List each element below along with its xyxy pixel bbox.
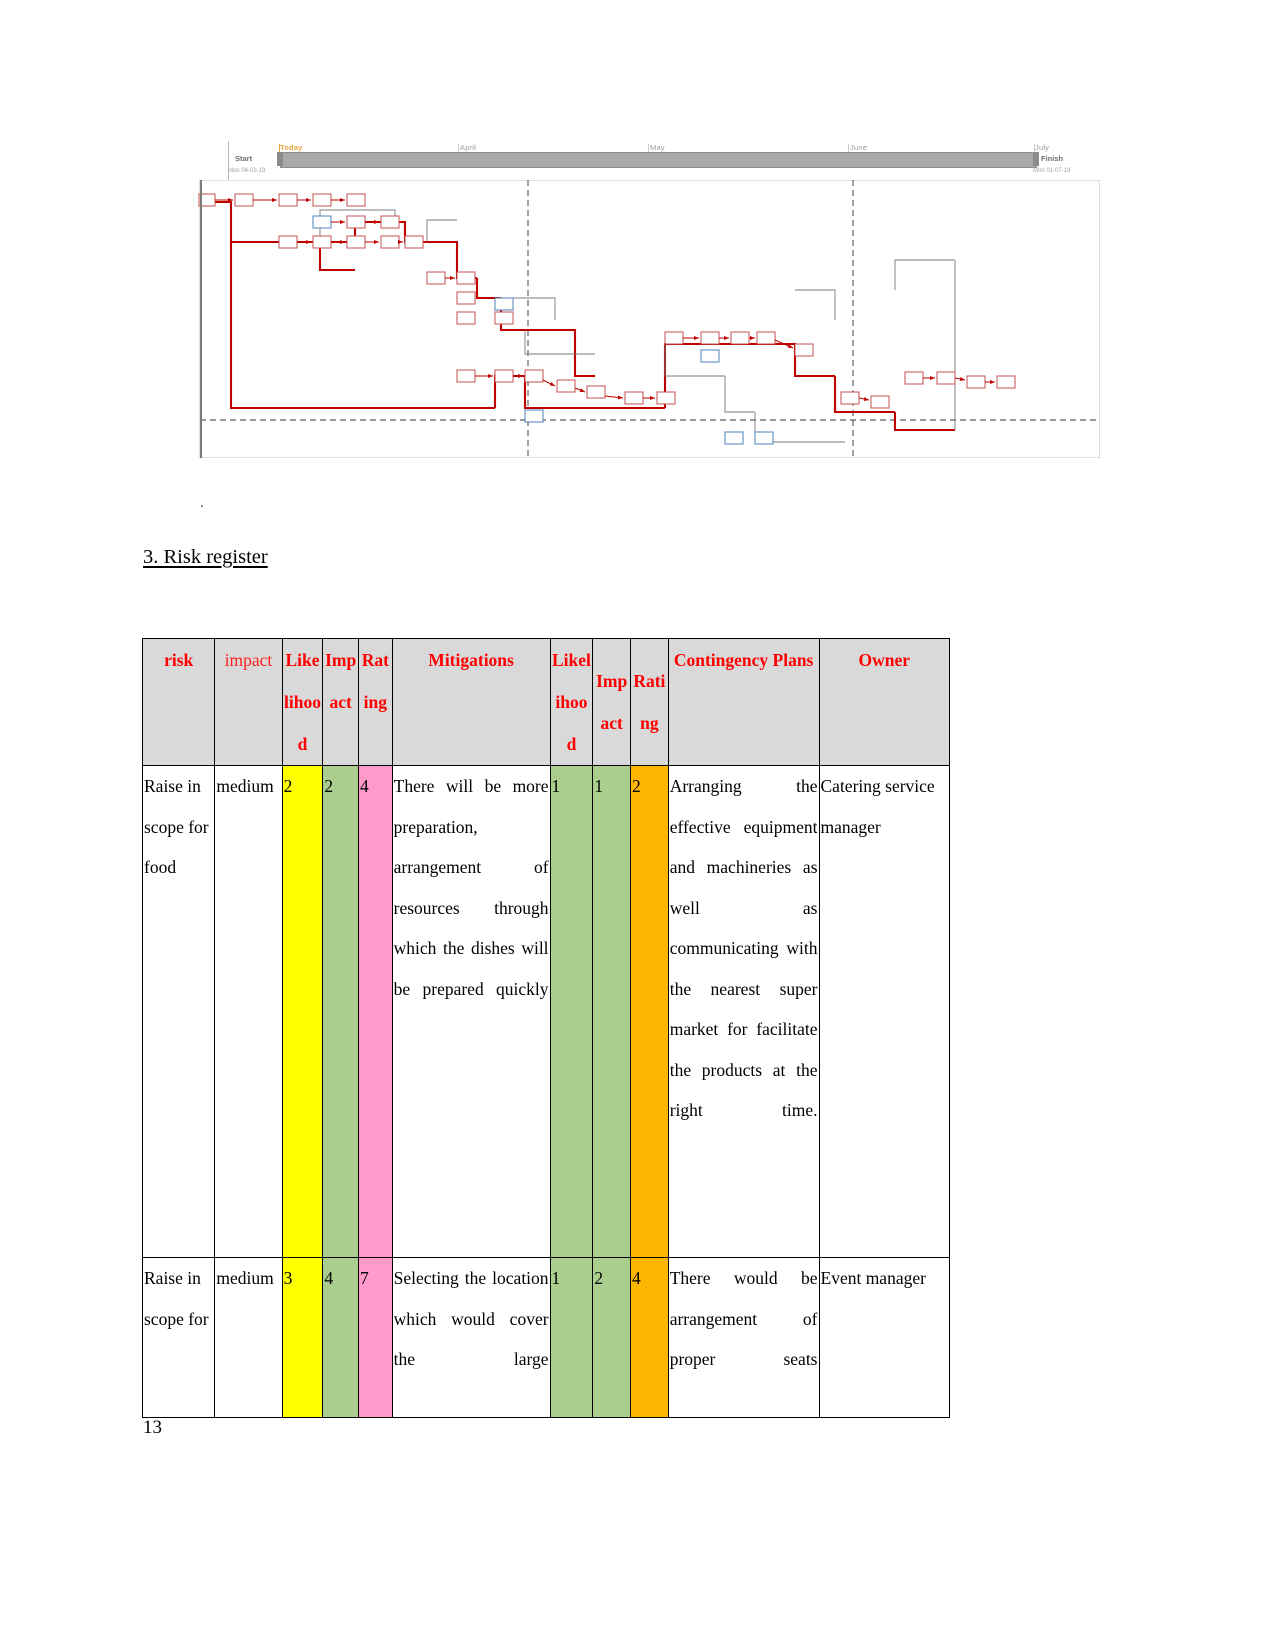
cell-rating-pre: 7 <box>358 1257 393 1418</box>
col-header-rating-pre: Rating <box>358 638 393 766</box>
gantt-start-label: Start <box>235 154 253 163</box>
cell-likelihood-pre: 2 <box>281 765 324 1258</box>
page-number: 13 <box>143 1417 162 1438</box>
page-title: 3. Risk register <box>143 546 268 568</box>
col-header-contingency-plans: Contingency Plans <box>667 638 820 766</box>
timeline-label-june: June <box>850 143 868 152</box>
cell-impact-post: 2 <box>592 1257 632 1418</box>
cell-contingency: Arranging the effective equipment and ma… <box>667 765 820 1258</box>
col-header-impact-post: Impact <box>592 638 632 766</box>
cell-impact-pre: 2 <box>322 765 359 1258</box>
cell-contingency: There would be arrangement of proper sea… <box>667 1257 820 1418</box>
cell-owner: Catering service manager <box>818 765 950 1258</box>
table-header-row: risk impact Likelihood Impact Rating Mit… <box>141 638 950 766</box>
cell-likelihood-post: 1 <box>549 1257 594 1418</box>
timeline-label-today: Today <box>280 143 303 152</box>
gantt-network-diagram <box>195 179 1101 459</box>
cell-impact-post: 1 <box>592 765 632 1258</box>
stray-dot-mark: . <box>200 495 204 511</box>
gantt-finish-label: Finish <box>1041 154 1064 163</box>
col-header-rating-post: Rating <box>630 638 669 766</box>
cell-mitigations: Selecting the location which would cover… <box>391 1257 551 1418</box>
col-header-likelihood-pre: Likelihood <box>281 638 324 766</box>
col-header-impact: impact <box>214 638 283 766</box>
col-header-likelihood-post: Likelihood <box>549 638 594 766</box>
timeline-label-april: April <box>460 143 477 152</box>
gantt-timeline-header: Today April May June July Start Mon 04-0… <box>195 138 1100 180</box>
table-row: Raise in scope for medium 3 4 7 Selectin… <box>141 1257 950 1418</box>
cell-impact: medium <box>214 1257 283 1418</box>
gantt-bar-start-cap <box>277 152 283 166</box>
cell-risk: Raise in scope for food <box>141 765 216 1258</box>
timeline-left-rule <box>228 141 229 180</box>
cell-rating-post: 4 <box>630 1257 669 1418</box>
gantt-bar-finish-cap <box>1033 152 1039 166</box>
cell-rating-post: 2 <box>630 765 669 1258</box>
cell-rating-pre: 4 <box>358 765 393 1258</box>
cell-likelihood-post: 1 <box>549 765 594 1258</box>
network-left-axis <box>200 180 202 458</box>
gantt-finish-date: Mon 01-07-19 <box>1033 168 1071 174</box>
gantt-summary-bar <box>280 152 1037 168</box>
col-header-owner: Owner <box>818 638 950 766</box>
col-header-mitigations: Mitigations <box>391 638 551 766</box>
gantt-chart-figure: Today April May June July Start Mon 04-0… <box>195 138 1101 459</box>
timeline-label-may: May <box>650 143 665 152</box>
col-header-risk: risk <box>141 638 216 766</box>
risk-register-table: risk impact Likelihood Impact Rating Mit… <box>141 638 950 1418</box>
cell-impact: medium <box>214 765 283 1258</box>
cell-impact-pre: 4 <box>322 1257 359 1418</box>
gantt-start-date: Mon 04-03-19 <box>228 168 266 174</box>
col-header-impact-pre: Impact <box>322 638 359 766</box>
cell-owner: Event manager <box>818 1257 950 1418</box>
cell-risk: Raise in scope for <box>141 1257 216 1418</box>
cell-likelihood-pre: 3 <box>281 1257 324 1418</box>
table-row: Raise in scope for food medium 2 2 4 The… <box>141 765 950 1258</box>
timeline-label-july: July <box>1035 143 1050 152</box>
cell-mitigations: There will be more preparation, arrangem… <box>391 765 551 1258</box>
network-diagram-svg <box>198 179 1101 459</box>
